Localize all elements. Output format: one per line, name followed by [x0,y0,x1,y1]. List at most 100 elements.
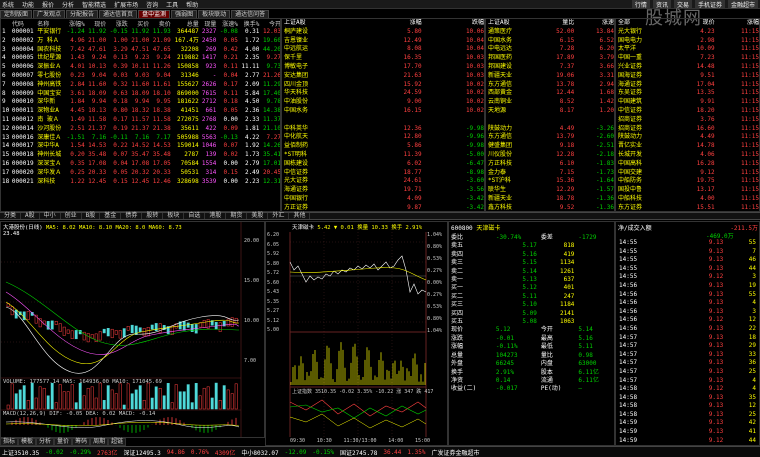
mini2-row[interactable]: 川仪股份 12.28 -2.18 [486,151,614,160]
mini1-row[interactable]: 吉恩镍业 12.49 10.04 [282,37,484,46]
market-tab-13[interactable]: 外汇 [268,213,290,219]
mini3-row[interactable]: 国投中鲁 13.17 11:15 [616,186,759,195]
mini3-row[interactable]: 中船防务 19.75 11:15 [616,177,759,186]
kline-panel[interactable]: 大港股份(日线) MA5: 8.02 MA10: 8.10 MA20: 8.0 … [0,221,265,438]
mini1-row[interactable]: 博敏电子 17.70 10.03 [282,63,484,72]
market-tab-9[interactable]: 自选 [184,213,206,219]
bottom-tab-4[interactable]: 筹码 [72,438,91,446]
mini3-row[interactable]: 中国高科 16.28 11:15 [616,160,759,169]
mini1-row[interactable]: 国栋建设 6.02 -6.47 [282,160,484,169]
mini2-row[interactable]: 邦国建设 7.37 3.66 [486,63,614,72]
mini3-row[interactable]: 东方证券 15.51 11:15 [616,204,759,211]
mini1-row[interactable]: 华天科技 24.59 10.02 [282,89,484,98]
mini2-row[interactable]: *ST沪科 15.36 -1.64 [486,177,614,186]
quote-header-3[interactable]: 现价 [86,19,108,28]
quote-row[interactable]: 10 000011 深物业A 4.45 18.13 0.80 18.32 18.38 41451… [1,107,280,116]
quote-row[interactable]: 5 000006 深振业Ａ 4.01 10.13 0.39 10.11 11.26 150858… [1,63,280,72]
quote-row[interactable]: 14 000017 深中华A 1.54 14.53 0.22 14.52 14.53 15901… [1,142,280,151]
mini3-row[interactable]: 太平洋 10.09 11:15 [616,45,759,54]
mini3-row[interactable]: 国海证券 9.51 11:15 [616,72,759,81]
mini2-row[interactable]: 通策医疗 52.00 13.84 [486,28,614,37]
market-tab-1[interactable]: A股 [21,213,40,219]
mini2-row[interactable]: 天地源 8.17 1.20 [486,107,614,116]
quote-row[interactable]: 4 000005 世纪星源 1.43 9.24 0.13 9.23 9.24 219882 141… [1,54,280,63]
mini3-row[interactable]: 陕鼓动力 4.49 11:15 [616,133,759,142]
bottom-tab-2[interactable]: 分析 [36,438,55,446]
mini2-row[interactable]: 方正科技 6.10 -1.83 [486,160,614,169]
quote-header-1[interactable]: 名称 [36,19,64,28]
quote-row[interactable]: 12 000014 沙河股份 2.51 21.37 0.19 21.37 21.38 35611… [1,125,280,134]
menu-item-4[interactable]: 智能精选 [82,0,106,9]
mini2-row[interactable]: 云南铜业 8.52 1.42 [486,98,614,107]
quote-header-11[interactable]: 今开 [260,19,280,28]
quote-header-4[interactable]: 涨跌 [107,19,129,28]
mini1-row[interactable]: 安达集团 21.63 10.03 [282,72,484,81]
bottom-tab-6[interactable]: 超链 [108,438,127,446]
quote-row[interactable]: 6 000007 零七股份 0.23 9.04 0.03 9.03 9.04 31346 -0.0… [1,72,280,81]
quote-row[interactable]: 11 000012 南 玻Ａ 1.49 11.58 0.17 11.57 11.58 27207… [1,116,280,125]
quote-row[interactable]: 16 000019 深深宝Ａ 0.35 17.08 0.04 17.08 17.05 70584… [1,160,280,169]
market-tab-12[interactable]: 美股 [247,213,269,219]
market-tab-6[interactable]: 债券 [121,213,143,219]
mini1-row[interactable]: 中科英华 12.36 -9.98 [282,125,484,134]
bottom-tab-0[interactable]: 指标 [0,438,19,446]
market-tab-14[interactable]: 其他 [289,213,311,219]
mini2-row[interactable]: 西部黄金 12.44 1.68 [486,89,614,98]
mini2-row[interactable]: 健盛集团 9.18 -2.51 [486,142,614,151]
quote-header-6[interactable]: 卖价 [150,19,172,28]
intraday-panel[interactable]: 天津磁卡 5.42 ▼ 0.01 换量 10.33 换手 2.91% 6.20 6… [265,221,448,446]
mini3-row[interactable]: 晋亿实业 14.78 11:15 [616,142,759,151]
market-tab-0[interactable]: 分类 [0,213,22,219]
quote-row[interactable]: 15 000018 神州长城 0.20 35.48 0.07 35.47 35.48 2787 1… [1,151,280,160]
bottom-tab-5[interactable]: 周期 [90,438,109,446]
menu-item-5[interactable]: 扩展市场 [114,0,138,9]
market-tab-2[interactable]: 中小 [40,213,61,219]
mini3-row[interactable]: 光大银行 4.23 11:15 [616,28,759,37]
mini1-row[interactable]: 中化航天 12.80 -9.96 [282,133,484,142]
mini1-row[interactable]: 中国银行 4.09 -3.42 [282,195,484,204]
mini2-row[interactable]: 联华生 12.29 -1.57 [486,186,614,195]
menu-item-1[interactable]: 功能 [22,0,34,9]
menu-item-7[interactable]: 工具 [166,0,178,9]
mini1-row[interactable]: 中远航运 8.08 10.04 [282,45,484,54]
quote-header-8[interactable]: 现量 [200,19,218,28]
menu-item-6[interactable]: 咨询 [146,0,158,9]
market-tab-8[interactable]: 板块 [163,213,185,219]
menu-item-3[interactable]: 分析 [62,0,74,9]
market-tab-4[interactable]: B股 [82,213,101,219]
market-tab-5[interactable]: 基金 [100,213,122,219]
mini2-row[interactable]: 东方通信 13.79 -2.60 [486,133,614,142]
menu-item-8[interactable]: 帮助 [186,0,198,9]
mini3-row[interactable]: 中国建筑 9.91 11:15 [616,98,759,107]
mini1-row[interactable]: 海通证券 19.71 -3.56 [282,186,484,195]
menu-item-0[interactable]: 系统 [2,0,14,9]
mini1-row[interactable]: 桐庐建设 5.80 10.06 [282,28,484,37]
mini2-row[interactable]: 中电远达 7.28 6.20 [486,45,614,54]
market-tab-11[interactable]: 期货 [226,213,248,219]
mini2-row[interactable]: 鑫方科技 9.52 -1.36 [486,204,614,211]
quote-header-5[interactable]: 买价 [129,19,151,28]
bottom-tab-3[interactable]: 量价 [54,438,73,446]
mini3-row[interactable]: 中信证券 18.20 11:15 [616,107,759,116]
mini3-row[interactable]: 兴业证券 14.48 11:15 [616,63,759,72]
mini3-row[interactable]: 招商证券 3.76 11:15 [616,116,759,125]
mini1-row[interactable]: 益佰制药 5.86 -9.98 [282,142,484,151]
mini1-row[interactable]: *ST明科 11.39 -5.00 [282,151,484,160]
mini1-row[interactable]: 中信证券 18.77 -8.98 [282,169,484,178]
menu-item-2[interactable]: 报价 [42,0,54,9]
mini1-row[interactable]: 方正证券 9.87 -3.42 [282,204,484,211]
bottom-tab-1[interactable]: 模板 [18,438,37,446]
mini1-row[interactable]: 四川金顶 15.92 10.02 [282,81,484,90]
quote-row[interactable]: 7 000008 神州高铁 2.84 11.60 0.32 11.60 11.61 155627… [1,81,280,90]
mini3-row[interactable]: 中国一重 7.23 11:15 [616,54,759,63]
mini1-row[interactable]: 中国水务 16.15 10.02 [282,107,484,116]
mini3-row[interactable]: 国电电力 2.98 11:15 [616,37,759,46]
mini2-row[interactable]: 新疆天业 18.78 -1.36 [486,195,614,204]
quote-header-9[interactable]: 涨速% [217,19,239,28]
quote-header-2[interactable]: 涨幅% [64,19,86,28]
mini1-row[interactable]: 光大证券 24.61 -3.60 [282,177,484,186]
quote-row[interactable]: 9 000010 深华新 1.84 9.94 0.18 9.94 9.95 181622 2712… [1,98,280,107]
quote-row[interactable]: 2 000002 万 科Ａ 4.96 21.00 1.00 21.00 21.09 167.4万… [1,37,280,46]
market-tab-7[interactable]: 股转 [142,213,164,219]
menu-right-item-4[interactable]: 金融超市 [727,0,758,9]
